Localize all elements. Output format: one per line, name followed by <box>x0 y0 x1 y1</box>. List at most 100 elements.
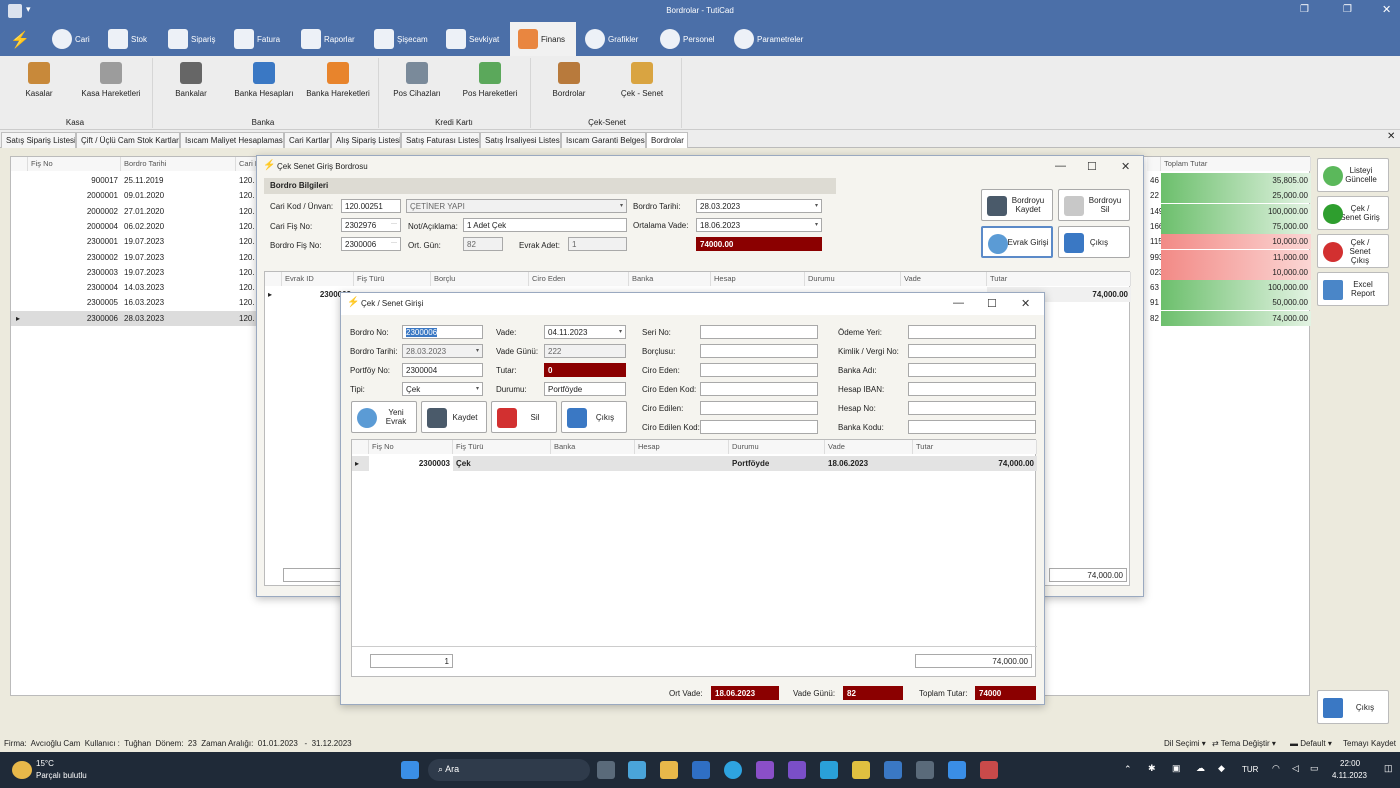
widgets-icon[interactable] <box>628 761 646 779</box>
toplam-tutar-cell[interactable]: 75,000.00 <box>1161 218 1311 234</box>
col-hesap[interactable]: Hesap <box>635 440 729 454</box>
toplam-tutar-cell[interactable]: 50,000.00 <box>1161 295 1311 311</box>
wifi-icon[interactable]: ◠ <box>1272 763 1280 774</box>
close-tab-icon[interactable]: ✕ <box>1387 131 1395 142</box>
close-icon[interactable]: ✕ <box>1121 160 1130 173</box>
col-ciro-eden[interactable]: Ciro Eden <box>529 272 629 286</box>
count-cell[interactable]: 46 <box>1147 173 1161 188</box>
menu-sisecam[interactable]: Şişecam <box>374 22 428 56</box>
restore-icon[interactable]: ❐ <box>1300 4 1309 15</box>
menu-sevkiyat[interactable]: Sevkiyat <box>446 22 499 56</box>
weather-icon[interactable] <box>12 761 32 779</box>
ciro-edilen-field[interactable] <box>700 401 818 415</box>
banka-adi-field[interactable] <box>908 363 1036 377</box>
bordro-tarihi-cell[interactable]: 19.07.2023 <box>121 250 236 265</box>
menu-raporlar[interactable]: Raporlar <box>301 22 355 56</box>
tab-satis-irsaliyesi[interactable]: Satış İrsaliyesi Listesi <box>480 132 561 148</box>
bordrolar-button[interactable]: Bordrolar <box>551 62 587 98</box>
close-icon[interactable]: ✕ <box>1021 297 1030 310</box>
seri-no-field[interactable] <box>700 325 818 339</box>
toplam-tutar-cell[interactable]: 100,000.00 <box>1161 203 1311 219</box>
visual-studio-icon[interactable] <box>788 761 806 779</box>
sil-button[interactable]: Sil <box>491 401 557 433</box>
tab-cari-kartlar[interactable]: Cari Kartlar <box>284 132 331 148</box>
bordro-tarihi-cell[interactable]: 06.02.2020 <box>121 219 236 234</box>
cek-tutar-cell[interactable]: 74,000.00 <box>913 456 1037 471</box>
fis-no-cell[interactable]: 2300003 <box>28 265 121 280</box>
bordro-cikis-button[interactable]: Çıkış <box>1058 226 1130 258</box>
menu-personel[interactable]: Personel <box>660 22 715 56</box>
ortalama-vade-field[interactable]: 18.06.2023 ▾ <box>696 218 822 232</box>
col-bordro-tarihi[interactable]: Bordro Tarihi <box>121 157 236 171</box>
ellipsis-icon[interactable]: ··· <box>391 221 397 227</box>
bordro-tarihi-cell[interactable]: 16.03.2023 <box>121 295 236 310</box>
tab-cift-uclu[interactable]: Çift / Üçlü Cam Stok Kartları <box>76 132 180 148</box>
cikis-button[interactable]: Çıkış <box>1317 690 1389 724</box>
kasa-hareketleri-button[interactable]: Kasa Hareketleri <box>80 62 142 98</box>
tema-degistir[interactable]: ⇄ Tema Değiştir ▾ <box>1212 739 1276 748</box>
fis-no-cell[interactable]: 2300001 <box>28 234 121 249</box>
listeyi-guncelle-button[interactable]: Listeyi Güncelle <box>1317 158 1389 192</box>
kaydet-button[interactable]: Kaydet <box>421 401 487 433</box>
home-logo-icon[interactable]: ⚡ <box>10 30 32 50</box>
volume-icon[interactable]: ◁ <box>1292 763 1299 774</box>
count-cell[interactable]: 023 <box>1147 265 1161 280</box>
bordroyu-sil-button[interactable]: Bordroyu Sil <box>1058 189 1130 221</box>
cek-cikis-button[interactable]: Çıkış <box>561 401 627 433</box>
durumu-field[interactable]: Portföyde <box>544 382 626 396</box>
toplam-tutar-cell[interactable]: 10,000.00 <box>1161 264 1311 280</box>
cek-senet-cikis-button[interactable]: Çek / Senet Çıkış <box>1317 234 1389 268</box>
sticky-notes-icon[interactable] <box>852 761 870 779</box>
menu-grafikler[interactable]: Grafikler <box>585 22 638 56</box>
search-box[interactable]: ⌕ Ara <box>428 759 590 781</box>
ellipsis-icon[interactable]: ··· <box>391 240 397 246</box>
col-tutar[interactable]: Tutar <box>913 440 1037 454</box>
pos-cihazlari-button[interactable]: Pos Cihazları <box>393 62 441 98</box>
tuticad-icon[interactable] <box>948 761 966 779</box>
minimize-icon[interactable]: — <box>953 297 964 309</box>
count-cell[interactable]: 22 <box>1147 188 1161 203</box>
tipi-select[interactable]: Çek ▾ <box>402 382 483 396</box>
toplam-tutar-cell[interactable]: 11,000.00 <box>1161 249 1311 265</box>
col-durumu[interactable]: Durumu <box>805 272 901 286</box>
tab-bordrolar[interactable]: Bordrolar <box>646 132 688 148</box>
fis-no-cell[interactable]: 2000004 <box>28 219 121 234</box>
chevron-up-icon[interactable]: ⌃ <box>1124 764 1132 775</box>
toplam-tutar-cell[interactable]: 25,000.00 <box>1161 188 1311 204</box>
banka-hesaplari-button[interactable]: Banka Hesapları <box>234 62 294 98</box>
default-theme[interactable]: ▬ Default ▾ <box>1290 739 1332 748</box>
maximize-icon[interactable]: ❐ <box>1343 4 1352 15</box>
toplam-tutar-cell[interactable]: 74,000.00 <box>1161 310 1311 326</box>
cari-kod-field[interactable]: 120.00251 <box>341 199 401 213</box>
close-icon[interactable]: ✕ <box>1382 3 1391 16</box>
evrak-girisi-button[interactable]: Evrak Girişi <box>981 226 1053 258</box>
bordro-tarihi-cell[interactable]: 19.07.2023 <box>121 234 236 249</box>
count-cell[interactable]: 91 <box>1147 295 1161 310</box>
cek-fis-cell[interactable]: 2300003 <box>369 456 453 471</box>
chevron-down-icon[interactable]: ▾ <box>815 202 818 209</box>
bordro-fis-field[interactable]: 2300006 ··· <box>341 237 401 251</box>
menu-cari[interactable]: Cari <box>52 22 90 56</box>
clock-time[interactable]: 22:00 <box>1340 759 1360 768</box>
tab-satis-siparis[interactable]: Satış Sipariş Listesi <box>1 132 76 148</box>
kasalar-button[interactable]: Kasalar <box>22 62 56 98</box>
count-cell[interactable]: 993 <box>1147 250 1161 265</box>
banka-kodu-field[interactable] <box>908 420 1036 434</box>
menu-siparis[interactable]: Sipariş <box>168 22 215 56</box>
vpn-icon[interactable] <box>916 761 934 779</box>
bordro-no-field[interactable]: 2300006 <box>402 325 483 339</box>
menu-fatura[interactable]: Fatura <box>234 22 280 56</box>
excel-report-button[interactable]: Excel Report <box>1317 272 1389 306</box>
outlook-icon[interactable] <box>692 761 710 779</box>
bordro-tarihi-cell[interactable]: 27.01.2020 <box>121 204 236 219</box>
cari-fis-field[interactable]: 2302976 ··· <box>341 218 401 232</box>
col-banka[interactable]: Banka <box>629 272 711 286</box>
dropbox-icon[interactable]: ◆ <box>1218 763 1225 774</box>
col-hesap[interactable]: Hesap <box>711 272 805 286</box>
notification-icon[interactable]: ◫ <box>1384 763 1393 774</box>
vade-field[interactable]: 04.11.2023 ▾ <box>544 325 626 339</box>
ciro-eden-kod-field[interactable] <box>700 382 818 396</box>
cek-tur-cell[interactable]: Çek <box>453 456 551 471</box>
col-toplam-tutar[interactable]: Toplam Tutar <box>1161 157 1311 171</box>
bordro-tarihi-field[interactable]: 28.03.2023 ▾ <box>696 199 822 213</box>
